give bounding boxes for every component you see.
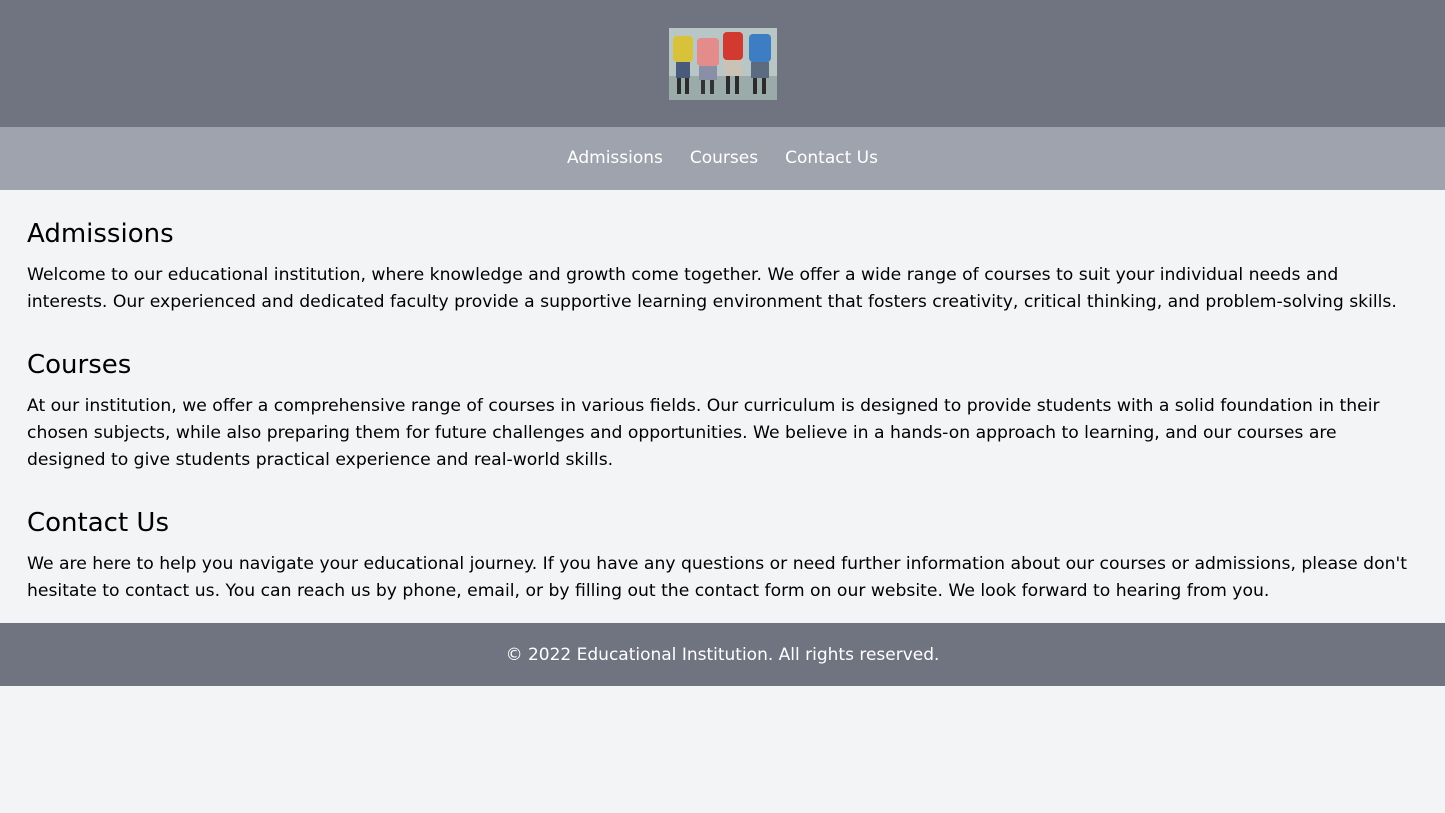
section-admissions: Admissions Welcome to our educational in… [27, 219, 1418, 316]
nav-link-contact-us[interactable]: Contact Us [785, 150, 878, 167]
section-courses: Courses At our institution, we offer a c… [27, 350, 1418, 474]
section-body: Welcome to our educational institution, … [27, 265, 1397, 312]
section-title: Admissions [27, 219, 174, 249]
section-body: We are here to help you navigate your ed… [27, 554, 1407, 601]
section-title: Contact Us [27, 508, 169, 538]
nav-link-courses[interactable]: Courses [690, 150, 758, 167]
main-nav: Admissions Courses Contact Us [0, 127, 1445, 190]
nav-link-admissions[interactable]: Admissions [567, 150, 663, 167]
school-children-icon [668, 27, 777, 100]
logo-image[interactable] [668, 27, 777, 100]
main-content: Admissions Welcome to our educational in… [0, 190, 1445, 623]
site-header [0, 0, 1445, 127]
section-body: At our institution, we offer a comprehen… [27, 396, 1380, 470]
section-contact-us: Contact Us We are here to help you navig… [27, 508, 1418, 605]
copyright-text: © 2022 Educational Institution. All righ… [505, 644, 940, 665]
site-footer: © 2022 Educational Institution. All righ… [0, 623, 1445, 686]
section-title: Courses [27, 350, 132, 380]
